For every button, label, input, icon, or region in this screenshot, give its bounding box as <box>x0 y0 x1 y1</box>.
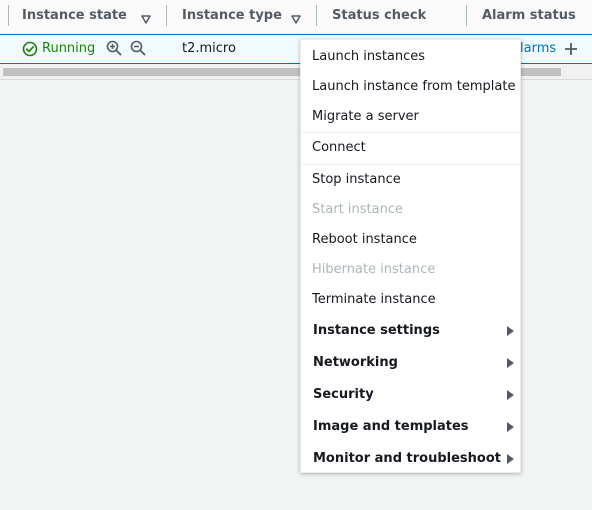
submenu-networking[interactable]: Networking <box>301 347 520 379</box>
caret-right-icon <box>507 422 514 432</box>
instance-actions-menu: Launch instances Launch instance from te… <box>300 39 521 473</box>
column-divider[interactable] <box>166 5 167 26</box>
menu-item-launch-instances[interactable]: Launch instances <box>301 42 520 72</box>
view-alarms-link[interactable]: larms <box>520 41 556 56</box>
sort-icon[interactable] <box>141 9 151 28</box>
column-header-instance-type[interactable]: Instance type <box>182 0 282 33</box>
caret-right-icon <box>507 358 514 368</box>
check-circle-icon <box>22 41 38 61</box>
column-divider[interactable] <box>8 5 9 26</box>
instance-type-value: t2.micro <box>182 41 236 56</box>
caret-right-icon <box>507 326 514 336</box>
instance-state-value: Running <box>42 41 96 56</box>
menu-item-start-instance: Start instance <box>312 202 403 217</box>
submenu-image-and-templates[interactable]: Image and templates <box>301 411 520 443</box>
column-header-alarm-status[interactable]: Alarm status <box>482 0 576 33</box>
plus-icon[interactable] <box>563 41 579 61</box>
submenu-instance-settings[interactable]: Instance settings <box>301 315 520 347</box>
menu-item-reboot-instance[interactable]: Reboot instance <box>301 225 520 255</box>
caret-right-icon <box>507 454 514 464</box>
menu-item-terminate-instance[interactable]: Terminate instance <box>301 285 520 315</box>
submenu-label: Monitor and troubleshoot <box>313 451 501 466</box>
column-header-instance-state[interactable]: Instance state <box>22 0 127 33</box>
column-divider[interactable] <box>316 5 317 26</box>
menu-item-migrate-server[interactable]: Migrate a server <box>301 102 520 132</box>
menu-item-stop-instance[interactable]: Stop instance <box>301 165 520 195</box>
submenu-label: Networking <box>313 355 398 370</box>
caret-right-icon <box>507 390 514 400</box>
menu-item-launch-from-template[interactable]: Launch instance from template <box>301 72 520 102</box>
menu-item-connect[interactable]: Connect <box>301 133 520 163</box>
menu-item-hibernate-instance: Hibernate instance <box>312 262 436 277</box>
table-header: Instance state Instance type Status chec… <box>0 0 592 34</box>
zoom-in-icon[interactable] <box>106 40 122 60</box>
submenu-label: Security <box>313 387 374 402</box>
submenu-security[interactable]: Security <box>301 379 520 411</box>
submenu-label: Instance settings <box>313 323 440 338</box>
submenu-monitor-and-troubleshoot[interactable]: Monitor and troubleshoot <box>301 443 520 475</box>
column-divider[interactable] <box>466 5 467 26</box>
zoom-out-icon[interactable] <box>130 40 146 60</box>
submenu-label: Image and templates <box>313 419 469 434</box>
sort-icon[interactable] <box>291 9 301 28</box>
column-header-status-check[interactable]: Status check <box>332 0 426 33</box>
